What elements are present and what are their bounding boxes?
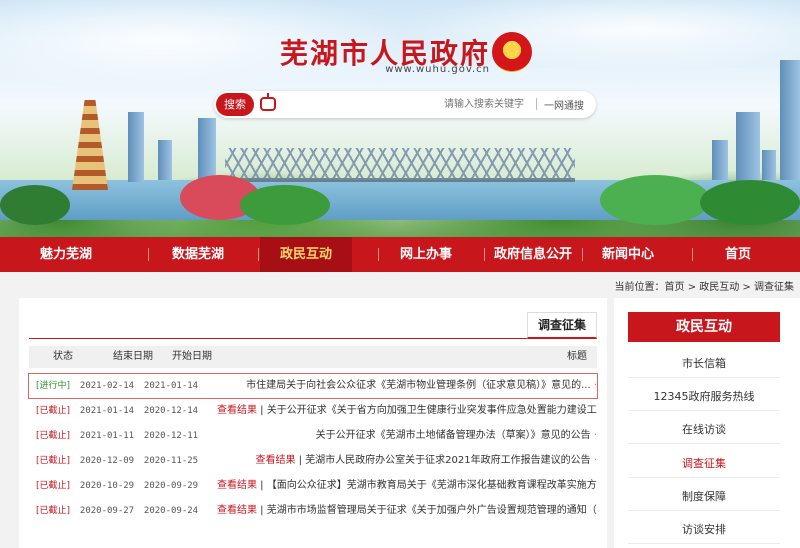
- table-header: 标题 开始日期 结束日期 状态: [29, 346, 597, 368]
- scenery-trees: [700, 180, 800, 225]
- nav-item-data[interactable]: 数据芜湖: [152, 237, 244, 272]
- sidebar-item-survey[interactable]: 调查征集: [628, 450, 780, 478]
- row-start-date: 2020-12-11: [143, 431, 199, 441]
- bullet-icon: ·: [590, 380, 597, 391]
- sidebar-item-12345-hotline[interactable]: 12345政府服务热线: [628, 383, 780, 411]
- nav-item-charm[interactable]: 魅力芜湖: [20, 237, 112, 272]
- sidebar-item-institutional-guarantee[interactable]: 制度保障: [628, 483, 780, 511]
- scenery-trees: [0, 185, 70, 225]
- row-title-link[interactable]: 关于公开征求《芜湖市土地储备管理办法（草案）》意见的公告: [316, 430, 591, 441]
- sidebar-item-interview-schedule[interactable]: 访谈安排: [628, 516, 780, 544]
- row-end-date: 2021-01-14: [79, 406, 135, 416]
- row-title-cell: 查看结果 | 芜湖市人民政府办公室关于征求2021年政府工作报告建议的公告 ·: [217, 449, 597, 473]
- nav-item-info-disclosure[interactable]: 政府信息公开: [485, 237, 581, 272]
- column-header-end: 结束日期: [113, 351, 153, 362]
- main-nav: 首页 新闻中心 政府信息公开 网上办事 政民互动 数据芜湖 魅力芜湖: [0, 237, 800, 272]
- row-status: [进行中]: [35, 381, 71, 391]
- sidebar-item-mayor-mailbox[interactable]: 市长信箱: [628, 350, 780, 378]
- separator: |: [257, 405, 267, 416]
- national-emblem-icon: [492, 32, 532, 72]
- bullet-icon: ·: [590, 455, 597, 466]
- main-content: 调查征集 标题 开始日期 结束日期 状态 [进行中] 2021-02-14 2021…: [19, 298, 607, 548]
- view-result-link[interactable]: 查看结果: [217, 505, 257, 516]
- scenery-bridge: [225, 148, 575, 182]
- column-header-status: 状态: [53, 351, 73, 362]
- column-header-start: 开始日期: [172, 351, 212, 362]
- nav-item-home[interactable]: 首页: [692, 237, 784, 272]
- scenery-tower: [128, 112, 144, 182]
- row-start-date: 2020-09-24: [143, 506, 199, 516]
- row-end-date: 2020-12-09: [79, 456, 135, 466]
- row-title-cell: 查看结果 | 关于公开征求《关于省方向加强卫生健康行业突发事件应急处置能力建设工…: [217, 399, 597, 423]
- nav-separator: [692, 248, 693, 261]
- separator: |: [257, 505, 267, 516]
- scenery-tower: [158, 140, 172, 180]
- search-scope-label[interactable]: 一网通搜: [536, 97, 584, 112]
- site-url: www.wuhu.gov.cn: [385, 64, 490, 75]
- table-row[interactable]: [已截止] 2021-01-11 2020-12-11 关于公开征求《芜湖市土地储备管…: [29, 424, 597, 448]
- search-button[interactable]: 搜索: [216, 93, 254, 116]
- nav-item-interaction[interactable]: 政民互动: [260, 237, 352, 272]
- row-end-date: 2020-09-27: [79, 506, 135, 516]
- table-row[interactable]: [已截止] 2020-10-29 2020-09-29 查看结果 | 【面向公众征求】…: [29, 474, 597, 498]
- view-result-link[interactable]: 查看结果: [217, 480, 257, 491]
- scenery-tower: [780, 60, 800, 180]
- row-status: [已截止]: [35, 431, 71, 441]
- nav-separator: [582, 248, 583, 261]
- table-row[interactable]: [已截止] 2020-12-09 2020-11-25 查看结果 | 芜湖市人民政府办…: [29, 449, 597, 473]
- breadcrumb: 当前位置：首页 > 政民互动 > 调查征集: [614, 282, 794, 293]
- view-result-link[interactable]: 查看结果: [217, 405, 257, 416]
- row-status: [已截止]: [35, 481, 71, 491]
- row-title-cell: 市住建局关于向社会公众征求《芜湖市物业管理条例（征求意见稿）》意见的... ·: [217, 374, 597, 398]
- row-end-date: 2020-10-29: [79, 481, 135, 491]
- bullet-icon: ·: [590, 430, 597, 441]
- nav-separator: [148, 248, 149, 261]
- nav-item-news[interactable]: 新闻中心: [582, 237, 674, 272]
- row-title-link[interactable]: 关于公开征求《关于省方向加强卫生健康行业突发事件应急处置能力建设工作计划的...: [267, 405, 597, 416]
- row-title-link[interactable]: 芜湖市人民政府办公室关于征求2021年政府工作报告建议的公告: [305, 455, 590, 466]
- row-title-cell: 关于公开征求《芜湖市土地储备管理办法（草案）》意见的公告 ·: [217, 424, 597, 448]
- row-status: [已截止]: [35, 456, 71, 466]
- search-box: 搜索 一网通搜: [214, 91, 596, 118]
- row-start-date: 2021-01-14: [143, 381, 199, 391]
- row-title-link[interactable]: 芜湖市市场监督管理局关于征求《关于加强户外广告设置规范管理的通知（征求...: [267, 505, 597, 516]
- row-start-date: 2020-09-29: [143, 481, 199, 491]
- separator: |: [295, 455, 306, 466]
- view-result-link[interactable]: 查看结果: [255, 455, 295, 466]
- scenery-tower: [762, 150, 776, 180]
- scenery-tower: [736, 112, 760, 182]
- tab-survey[interactable]: 调查征集: [527, 312, 597, 339]
- sidebar-item-online-interview[interactable]: 在线访谈: [628, 416, 780, 444]
- sidebar-title: 政民互动: [628, 312, 780, 342]
- scenery-tower: [198, 118, 216, 180]
- nav-separator: [378, 248, 379, 261]
- row-end-date: 2021-01-11: [79, 431, 135, 441]
- scenery-tower: [712, 140, 728, 180]
- separator: |: [257, 480, 267, 491]
- row-title-link[interactable]: 【面向公众征求】芜湖市教育局关于《芜湖市深化基础教育课程改革实施方案...: [267, 480, 597, 491]
- column-header-title: 标题: [567, 351, 587, 362]
- search-input[interactable]: [284, 95, 524, 114]
- table-row[interactable]: [进行中] 2021-02-14 2021-01-14 市住建局关于向社会公众征求《芜…: [28, 373, 598, 399]
- row-status: [已截止]: [35, 506, 71, 516]
- nav-item-online-services[interactable]: 网上办事: [380, 237, 472, 272]
- row-title-link[interactable]: 市住建局关于向社会公众征求《芜湖市物业管理条例（征求意见稿）》意见的...: [246, 380, 591, 391]
- row-start-date: 2020-12-14: [143, 406, 199, 416]
- row-title-cell: 查看结果 | 【面向公众征求】芜湖市教育局关于《芜湖市深化基础教育课程改革实施方…: [217, 474, 597, 498]
- row-start-date: 2020-11-25: [143, 456, 199, 466]
- scenery-trees: [240, 185, 330, 225]
- table-row[interactable]: [已截止] 2020-09-27 2020-09-24 查看结果 | 芜湖市市场监督管…: [29, 499, 597, 523]
- tab-underline: [29, 338, 597, 339]
- row-title-cell: 查看结果 | 芜湖市市场监督管理局关于征求《关于加强户外广告设置规范管理的通知（…: [217, 499, 597, 523]
- scenery-trees: [600, 175, 710, 225]
- robot-assistant-icon[interactable]: [260, 93, 276, 111]
- nav-separator: [484, 248, 485, 261]
- table-row[interactable]: [已截止] 2021-01-14 2020-12-14 查看结果 | 关于公开征求《关…: [29, 399, 597, 423]
- nav-separator: [258, 248, 259, 261]
- sidebar: 政民互动 市长信箱 12345政府服务热线 在线访谈 调查征集 制度保障 访谈安…: [614, 298, 800, 548]
- header-banner: 芜湖市人民政府 www.wuhu.gov.cn 搜索 一网通搜: [0, 0, 800, 237]
- site-logo[interactable]: 芜湖市人民政府 www.wuhu.gov.cn: [278, 30, 538, 80]
- row-end-date: 2021-02-14: [79, 381, 135, 391]
- row-status: [已截止]: [35, 406, 71, 416]
